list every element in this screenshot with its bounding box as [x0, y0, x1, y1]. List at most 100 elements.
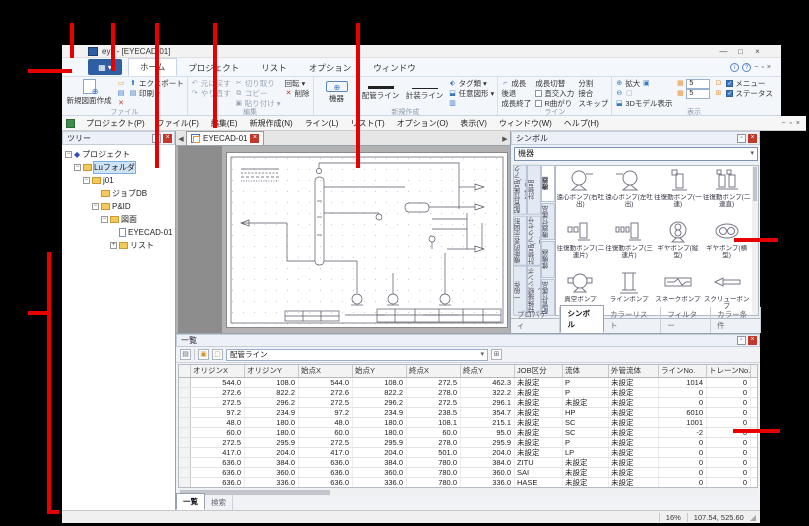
row-selector[interactable]: [179, 438, 191, 447]
drawing-canvas[interactable]: [176, 146, 510, 333]
symbol-item[interactable]: 往復動ポンプ(二連片): [556, 217, 605, 268]
menu-item[interactable]: 新規作成(N): [244, 118, 299, 129]
maximize-button[interactable]: □: [733, 47, 748, 56]
tab-list[interactable]: リスト: [250, 60, 298, 76]
menu-item[interactable]: プロジェクト(P): [80, 118, 151, 129]
tree-item-j01[interactable]: −j01: [65, 174, 175, 187]
collapse-icon[interactable]: −: [65, 151, 72, 158]
redo-button[interactable]: ↷やり直す: [191, 89, 231, 98]
grow-switch-button[interactable]: 成長切替: [535, 79, 574, 88]
column-header[interactable]: オリジンX: [191, 365, 245, 377]
column-header[interactable]: 流体: [563, 365, 609, 377]
menu-item[interactable]: 表示(V): [454, 118, 493, 129]
column-header[interactable]: 終点Y: [461, 365, 515, 377]
symbol-item[interactable]: ギヤポンプ(横型): [702, 217, 751, 268]
table-row[interactable]: 636.0 384.0 636.0 384.0 780.0 384.0 ZITU…: [179, 458, 757, 468]
tab-properties[interactable]: プロパティ: [511, 307, 560, 333]
row-selector[interactable]: [179, 388, 191, 397]
child-minimize-icon[interactable]: −: [781, 120, 785, 127]
tab-window[interactable]: ウィンドウ: [362, 60, 427, 76]
table-row[interactable]: 272.5 295.9 272.5 295.9 278.0 295.9 未設定 …: [179, 438, 757, 448]
table-row[interactable]: 636.0 360.0 636.0 360.0 780.0 360.0 SAI …: [179, 468, 757, 478]
grid-x-stepper[interactable]: ▦5: [676, 79, 710, 88]
side-tab[interactable]: 計装品(アクセサリ): [527, 216, 541, 266]
snap-toggle-button[interactable]: ⊡: [714, 79, 722, 88]
table-row[interactable]: 60.0 180.0 60.0 180.0 60.0 95.0 未設定 SC 未…: [179, 428, 757, 438]
document-tab[interactable]: EYECAD-01 ×: [186, 131, 264, 145]
tab-scroll-left-icon[interactable]: ◀: [176, 135, 186, 145]
tab-list-view[interactable]: 一覧: [176, 493, 205, 510]
mdi-minimize-icon[interactable]: −: [754, 64, 758, 71]
folder-add-icon[interactable]: ▣: [198, 349, 209, 360]
column-header[interactable]: 終点X: [407, 365, 461, 377]
pin-icon[interactable]: ▫: [737, 134, 746, 143]
table-row[interactable]: 636.0 336.0 636.0 336.0 780.0 336.0 HASE…: [179, 478, 757, 488]
menu-item[interactable]: ライン(L): [299, 118, 345, 129]
menu-item[interactable]: ウィンドウ(W): [493, 118, 558, 129]
tree-item-jobdb[interactable]: ジョブDB: [65, 187, 175, 200]
child-restore-icon[interactable]: ▫: [789, 120, 791, 127]
symbol-item[interactable]: 往復動ポンプ(二連直): [702, 166, 751, 217]
cut-button[interactable]: ✂切り取り: [235, 79, 281, 88]
any-shape-button[interactable]: ⬓任意図形▾: [449, 89, 495, 98]
application-menu-button[interactable]: ▦▾: [88, 59, 122, 75]
save-button[interactable]: ▤: [117, 89, 125, 98]
column-header[interactable]: 外管流体: [609, 365, 659, 377]
extra-create-button[interactable]: ▥: [449, 99, 495, 108]
column-header[interactable]: 始点Y: [353, 365, 407, 377]
join-button[interactable]: 接合: [578, 89, 608, 98]
tab-options[interactable]: オプション: [298, 60, 363, 76]
grid-x-value[interactable]: 5: [686, 79, 710, 89]
menu-item[interactable]: ヘルプ(H): [558, 118, 605, 129]
column-header[interactable]: トレーンNo.: [707, 365, 751, 377]
split-button[interactable]: 分割: [578, 79, 608, 88]
undo-button[interactable]: ↶元に戻す: [191, 79, 231, 88]
side-tab[interactable]: 計装品: [527, 165, 541, 215]
grow-end-button[interactable]: 成長終了: [501, 99, 531, 108]
clipboard-icon[interactable]: ▤: [180, 349, 191, 360]
collapse-icon[interactable]: −: [83, 177, 90, 184]
mdi-restore-icon[interactable]: ▫: [761, 64, 763, 71]
info-icon[interactable]: i: [730, 63, 739, 72]
paste-button[interactable]: ▣貼り付け▾: [235, 99, 281, 108]
table-row[interactable]: 97.2 234.9 97.2 234.9 238.5 354.7 未設定 HP…: [179, 408, 757, 418]
status-checkbox[interactable]: ✓ステータス: [726, 89, 773, 98]
folder-icon[interactable]: ▢: [212, 349, 223, 360]
grid-y-value[interactable]: 5: [686, 89, 710, 99]
help-icon[interactable]: ?: [742, 63, 751, 72]
grid-y-stepper[interactable]: ▦5: [676, 89, 710, 98]
side-tab[interactable]: 雑機器: [541, 241, 555, 278]
tab-search[interactable]: 検索: [205, 495, 233, 510]
column-header[interactable]: 始点X: [299, 365, 353, 377]
table-row[interactable]: 272.6 822.2 272.6 822.2 278.0 322.2 未設定 …: [179, 388, 757, 398]
side-tab-active[interactable]: 機器: [541, 165, 555, 202]
menu-item[interactable]: オプション(O): [391, 118, 455, 129]
zoom-in-button[interactable]: ⊕拡大▣: [615, 79, 672, 88]
table-row[interactable]: 272.5 296.2 272.5 296.2 272.5 296.1 未設定 …: [179, 398, 757, 408]
tab-color-list[interactable]: カラーリスト: [604, 307, 661, 333]
table-row[interactable]: 544.0 108.0 544.0 108.0 272.5 462.3 未設定 …: [179, 378, 757, 388]
column-header[interactable]: JOB区分: [515, 365, 563, 377]
symbol-category-select[interactable]: 機器 ▾: [514, 147, 758, 161]
row-selector[interactable]: [179, 398, 191, 407]
expand-icon[interactable]: +: [110, 242, 117, 249]
tags-button[interactable]: ⬖タグ類▾: [449, 79, 495, 88]
skip-button[interactable]: スキップ: [578, 99, 608, 108]
close-button[interactable]: ×: [750, 47, 765, 56]
minimize-button[interactable]: —: [716, 47, 731, 56]
row-selector[interactable]: [179, 428, 191, 437]
list-type-select[interactable]: 配管ライン ▾: [226, 349, 488, 361]
tree-close-icon[interactable]: ×: [163, 134, 172, 143]
zoom-level[interactable]: 16%: [666, 513, 681, 522]
equipment-button[interactable]: ⊕ 機器: [317, 78, 357, 104]
table-row[interactable]: 417.0 204.0 417.0 204.0 501.0 204.0 未設定 …: [179, 448, 757, 458]
side-tab[interactable]: 機能的表示図形: [513, 216, 527, 266]
menu-item[interactable]: 編集(E): [205, 118, 244, 129]
mdi-close-icon[interactable]: ×: [767, 64, 771, 71]
tab-filter[interactable]: フィルター: [661, 307, 711, 333]
symbol-close-icon[interactable]: ×: [748, 134, 757, 143]
horizontal-scrollbar[interactable]: [178, 489, 758, 496]
symbol-item[interactable]: 遠心ポンプ(右吐出): [556, 166, 605, 217]
ortho-input-checkbox[interactable]: 直交入力: [535, 89, 574, 98]
r-bend-checkbox[interactable]: R曲がり: [535, 99, 574, 108]
